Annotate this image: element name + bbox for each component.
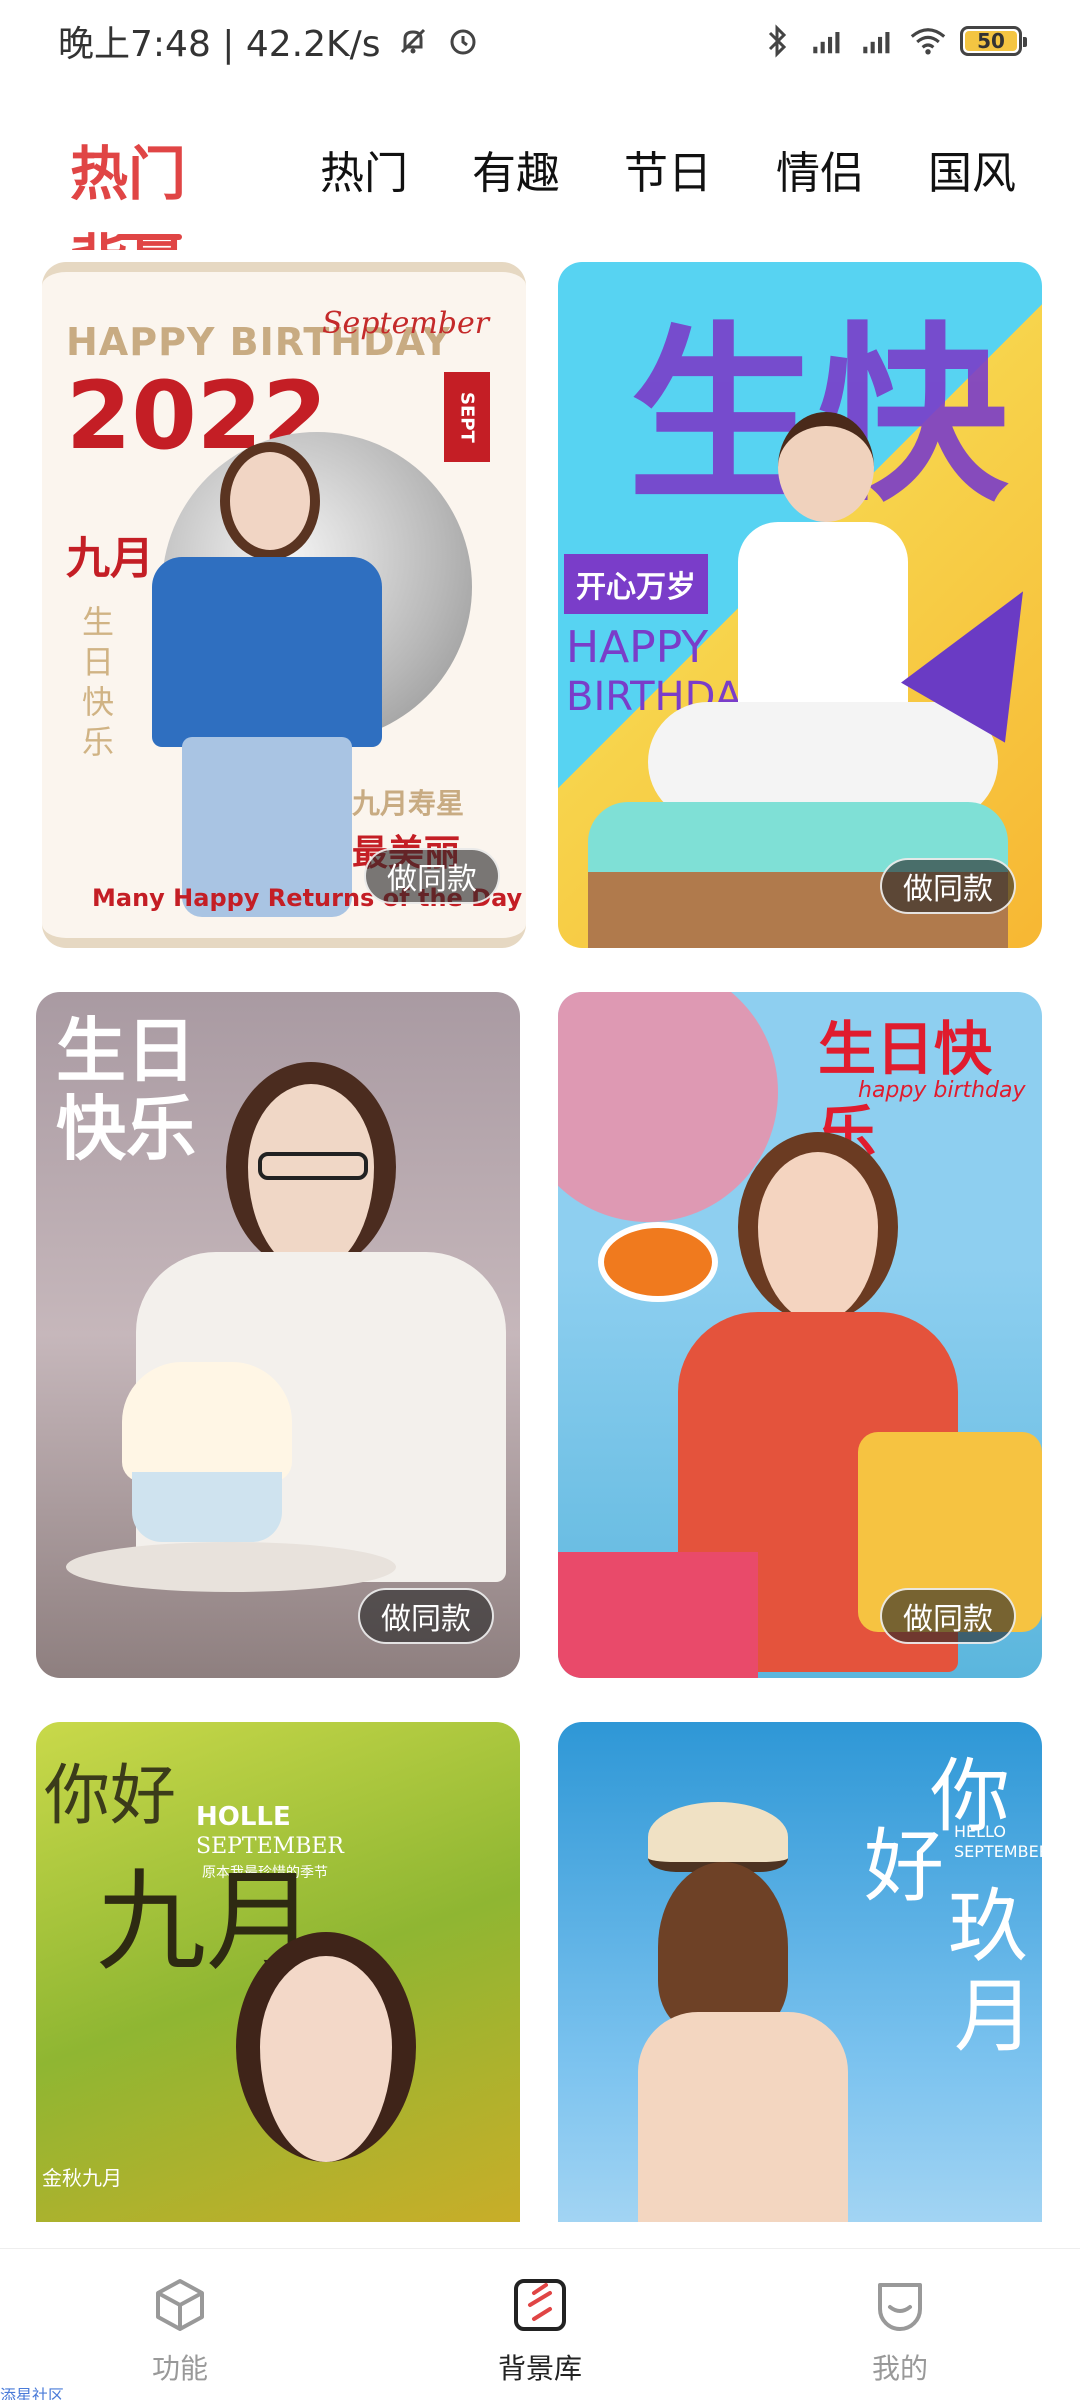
status-right: 50	[760, 23, 1027, 59]
battery-level: 50	[965, 29, 1017, 53]
person-head	[220, 442, 320, 560]
plate-decoration	[66, 1542, 396, 1592]
status-left: 晚上7:48 | 42.2K/s	[58, 15, 481, 67]
person-head	[738, 1132, 898, 1322]
nav-label-features: 功能	[151, 2352, 208, 2385]
nav-label-mine: 我的	[871, 2352, 928, 2385]
wifi-icon	[910, 23, 946, 59]
person-head	[778, 412, 874, 522]
smile-face-icon	[870, 2275, 930, 2335]
person-body	[638, 2012, 848, 2222]
template-card[interactable]: 你 好 HELLO SEPTEMBER 玖 月	[558, 1722, 1042, 2222]
cupcake-decoration	[122, 1362, 292, 1482]
template-card[interactable]: 生日快乐 happy birthday 做同款	[558, 992, 1042, 1678]
mute-bell-icon	[395, 23, 431, 59]
card-badge: 开心万岁	[564, 554, 708, 614]
card-september-text: SEPTEMBER	[954, 1842, 1042, 1861]
active-tab-indicator	[116, 234, 182, 240]
card-month-text: 九月	[66, 533, 154, 584]
nav-item-background-library[interactable]: 背景库	[360, 2249, 720, 2400]
person-body	[152, 557, 382, 747]
tab-fun[interactable]: 有趣	[472, 130, 560, 218]
nav-item-mine[interactable]: 我的	[720, 2249, 1080, 2400]
card-hello-text: 你好	[44, 1757, 176, 1834]
battery-icon: 50	[960, 26, 1027, 56]
make-same-button[interactable]: 做同款	[880, 1588, 1016, 1644]
gift-decoration	[558, 1552, 758, 1678]
cube-icon	[150, 2275, 210, 2335]
background-library-icon	[510, 2275, 570, 2335]
card-bottom-text: 金秋九月	[42, 2166, 122, 2190]
card-holle-text: HOLLE	[196, 1802, 291, 1832]
cupcake-base-decoration	[132, 1472, 282, 1542]
card-hao-text: 好	[864, 1820, 944, 1913]
make-same-button[interactable]: 做同款	[880, 858, 1016, 914]
make-same-button[interactable]: 做同款	[358, 1588, 494, 1644]
status-bar: 晚上7:48 | 42.2K/s 50	[0, 0, 1080, 82]
status-time-speed: 晚上7:48 | 42.2K/s	[58, 24, 381, 65]
signal-hd-1-icon	[810, 23, 846, 59]
card-yue-text: 月	[954, 1970, 1034, 2063]
bluetooth-icon	[760, 23, 796, 59]
card-side-text: 生日快乐	[82, 603, 115, 761]
template-card[interactable]: HAPPY BIRTHDAY September 2022 SEPT 九月 生日…	[42, 262, 526, 948]
card-star-text: 九月寿星	[352, 787, 465, 820]
background-grid: HAPPY BIRTHDAY September 2022 SEPT 九月 生日…	[36, 262, 1044, 2222]
glasses-decoration	[258, 1152, 368, 1180]
card-script-text: 生日快乐	[56, 1010, 196, 1170]
nav-label-background-library: 背景库	[497, 2352, 582, 2385]
make-same-button[interactable]: 做同款	[364, 848, 500, 904]
corner-watermark: 添星社区	[0, 2386, 65, 2400]
card-sept-tag: SEPT	[444, 372, 490, 462]
clownfish-decoration	[598, 1222, 718, 1302]
category-tabs: 热门背景 热门 有趣 节日 情侣 国风	[0, 130, 1080, 250]
signal-hd-2-icon	[860, 23, 896, 59]
bottom-navigation: 功能 背景库 我的	[0, 2248, 1080, 2400]
tab-hot-backgrounds[interactable]: 热门背景	[70, 130, 228, 250]
card-happy-text: HAPPY	[566, 622, 709, 673]
template-card[interactable]: 生日快乐 做同款	[36, 992, 520, 1678]
alarm-icon	[445, 23, 481, 59]
card-hello-text: HELLO	[954, 1822, 1006, 1841]
person-head	[658, 1862, 788, 2032]
card-subtitle-text: happy birthday	[858, 1078, 1026, 1103]
template-card[interactable]: 你好 HOLLE SEPTEMBER 原本我最珍惜的季节 九月 金秋九月	[36, 1722, 520, 2222]
card-script-text: September	[322, 306, 490, 341]
nav-item-features[interactable]: 功能	[0, 2249, 360, 2400]
tab-hot[interactable]: 热门	[320, 130, 408, 218]
template-card[interactable]: 生快 开心万岁 HAPPY BIRTHDAY 做同款	[558, 262, 1042, 948]
person-body	[738, 522, 908, 722]
person-head	[236, 1932, 416, 2162]
tab-festival[interactable]: 节日	[624, 130, 712, 218]
tab-guofeng[interactable]: 国风	[928, 130, 1016, 218]
tab-couple[interactable]: 情侣	[776, 130, 864, 218]
